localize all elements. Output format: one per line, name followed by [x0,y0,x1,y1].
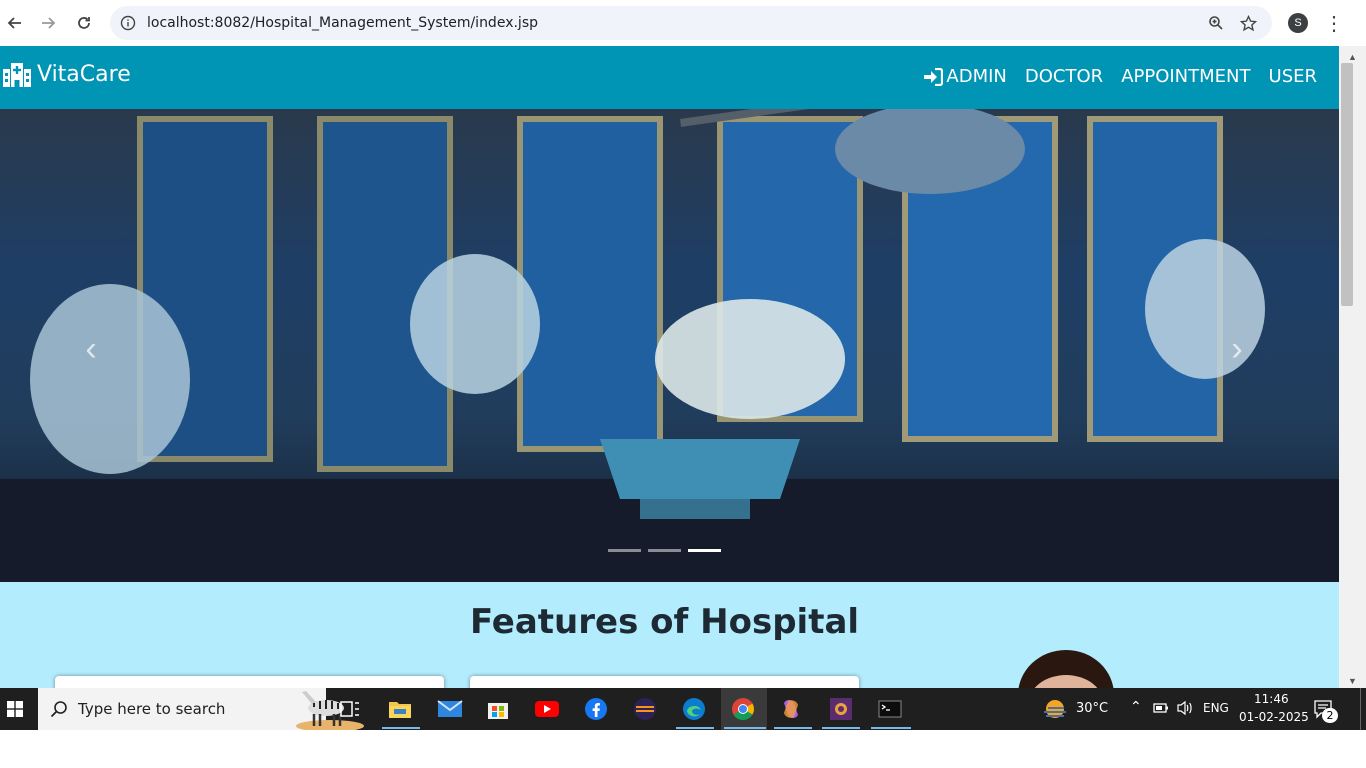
features-title: Features of Hospital [469,602,860,642]
nav-user-link[interactable]: USER [1269,66,1317,87]
screen-bottom-strip [0,730,1366,768]
sign-in-icon [924,67,944,86]
taskbar-search[interactable]: Type here to search [38,688,364,730]
site-navbar: VitaCare ADMIN DOCTOR APPOINTMENT USER [0,46,1339,109]
nav-doctor-link[interactable]: DOCTOR [1025,66,1103,87]
site-info-icon[interactable] [118,13,138,33]
windows-start-icon[interactable] [0,688,30,730]
brand[interactable]: VitaCare [3,62,131,87]
search-icon [50,701,67,718]
feature-card [470,676,859,688]
windows-taskbar: Type here to search 30°C ⌃ ENG 11:46 01-… [0,688,1366,730]
weather-temperature[interactable]: 30°C [1076,701,1108,716]
bookmark-star-icon[interactable] [1238,13,1258,33]
running-indicator [822,727,860,729]
show-desktop-button[interactable] [1360,688,1361,730]
running-indicator [774,727,812,729]
facebook-icon[interactable] [581,694,611,724]
scroll-up-icon[interactable]: ▲ [1348,52,1357,62]
copilot-icon[interactable] [777,694,807,724]
reload-icon[interactable] [69,8,99,38]
hospital-icon [3,62,31,87]
zoom-icon[interactable] [1206,13,1226,33]
back-arrow-icon[interactable] [0,8,30,38]
clock-date[interactable]: 01-02-2025 [1239,710,1309,724]
volume-icon[interactable] [1176,700,1194,716]
page-scrollbar[interactable]: ▲ ▼ [1339,46,1366,688]
battery-icon[interactable] [1153,702,1169,714]
carousel-next-icon[interactable]: › [1222,329,1252,369]
running-indicator [676,727,714,729]
edge-icon[interactable] [679,694,709,724]
youtube-icon[interactable] [532,694,562,724]
scroll-thumb[interactable] [1341,63,1353,306]
weather-icon[interactable] [1042,698,1068,720]
running-indicator [724,727,766,729]
browser-toolbar: localhost:8082/Hospital_Management_Syste… [0,0,1366,46]
carousel-indicators [608,549,721,552]
search-placeholder: Type here to search [78,700,226,718]
scroll-down-icon[interactable]: ▼ [1348,676,1357,686]
brand-name: VitaCare [37,62,131,87]
image-carousel: ‹ › [0,109,1339,582]
carousel-prev-icon[interactable]: ‹ [76,329,106,369]
language-indicator[interactable]: ENG [1203,701,1229,715]
eclipse-icon[interactable] [630,694,660,724]
running-indicator [382,727,420,729]
web-page: VitaCare ADMIN DOCTOR APPOINTMENT USER ‹… [0,46,1339,688]
file-explorer-icon[interactable] [385,694,415,724]
chrome-icon[interactable] [728,694,758,724]
features-section: Features of Hospital [0,582,1339,688]
address-bar[interactable]: localhost:8082/Hospital_Management_Syste… [110,6,1272,40]
carousel-indicator[interactable] [648,549,681,552]
app-icon[interactable] [826,694,856,724]
doctor-image [1018,650,1114,688]
carousel-indicator[interactable] [608,549,641,552]
nav-links: ADMIN DOCTOR APPOINTMENT USER [923,66,1317,87]
nav-admin-link[interactable]: ADMIN [923,66,1007,87]
carousel-indicator-active[interactable] [688,549,721,552]
url-text[interactable]: localhost:8082/Hospital_Management_Syste… [147,15,538,31]
microsoft-store-icon[interactable] [483,694,513,724]
nav-appointment-link[interactable]: APPOINTMENT [1121,66,1250,87]
notification-count-badge: 2 [1322,708,1338,723]
mail-icon[interactable] [435,694,465,724]
nav-admin-label: ADMIN [946,66,1007,87]
chevron-up-icon[interactable]: ⌃ [1130,699,1142,715]
browser-menu-icon[interactable]: ⋮ [1322,10,1346,36]
carousel-slide-image [0,109,1339,582]
profile-avatar[interactable]: S [1288,13,1308,33]
task-view-icon[interactable] [335,694,365,724]
clock-time[interactable]: 11:46 [1254,692,1289,706]
feature-card [55,676,444,688]
forward-arrow-icon[interactable] [33,8,63,38]
running-indicator [871,727,911,729]
terminal-icon[interactable] [875,694,905,724]
